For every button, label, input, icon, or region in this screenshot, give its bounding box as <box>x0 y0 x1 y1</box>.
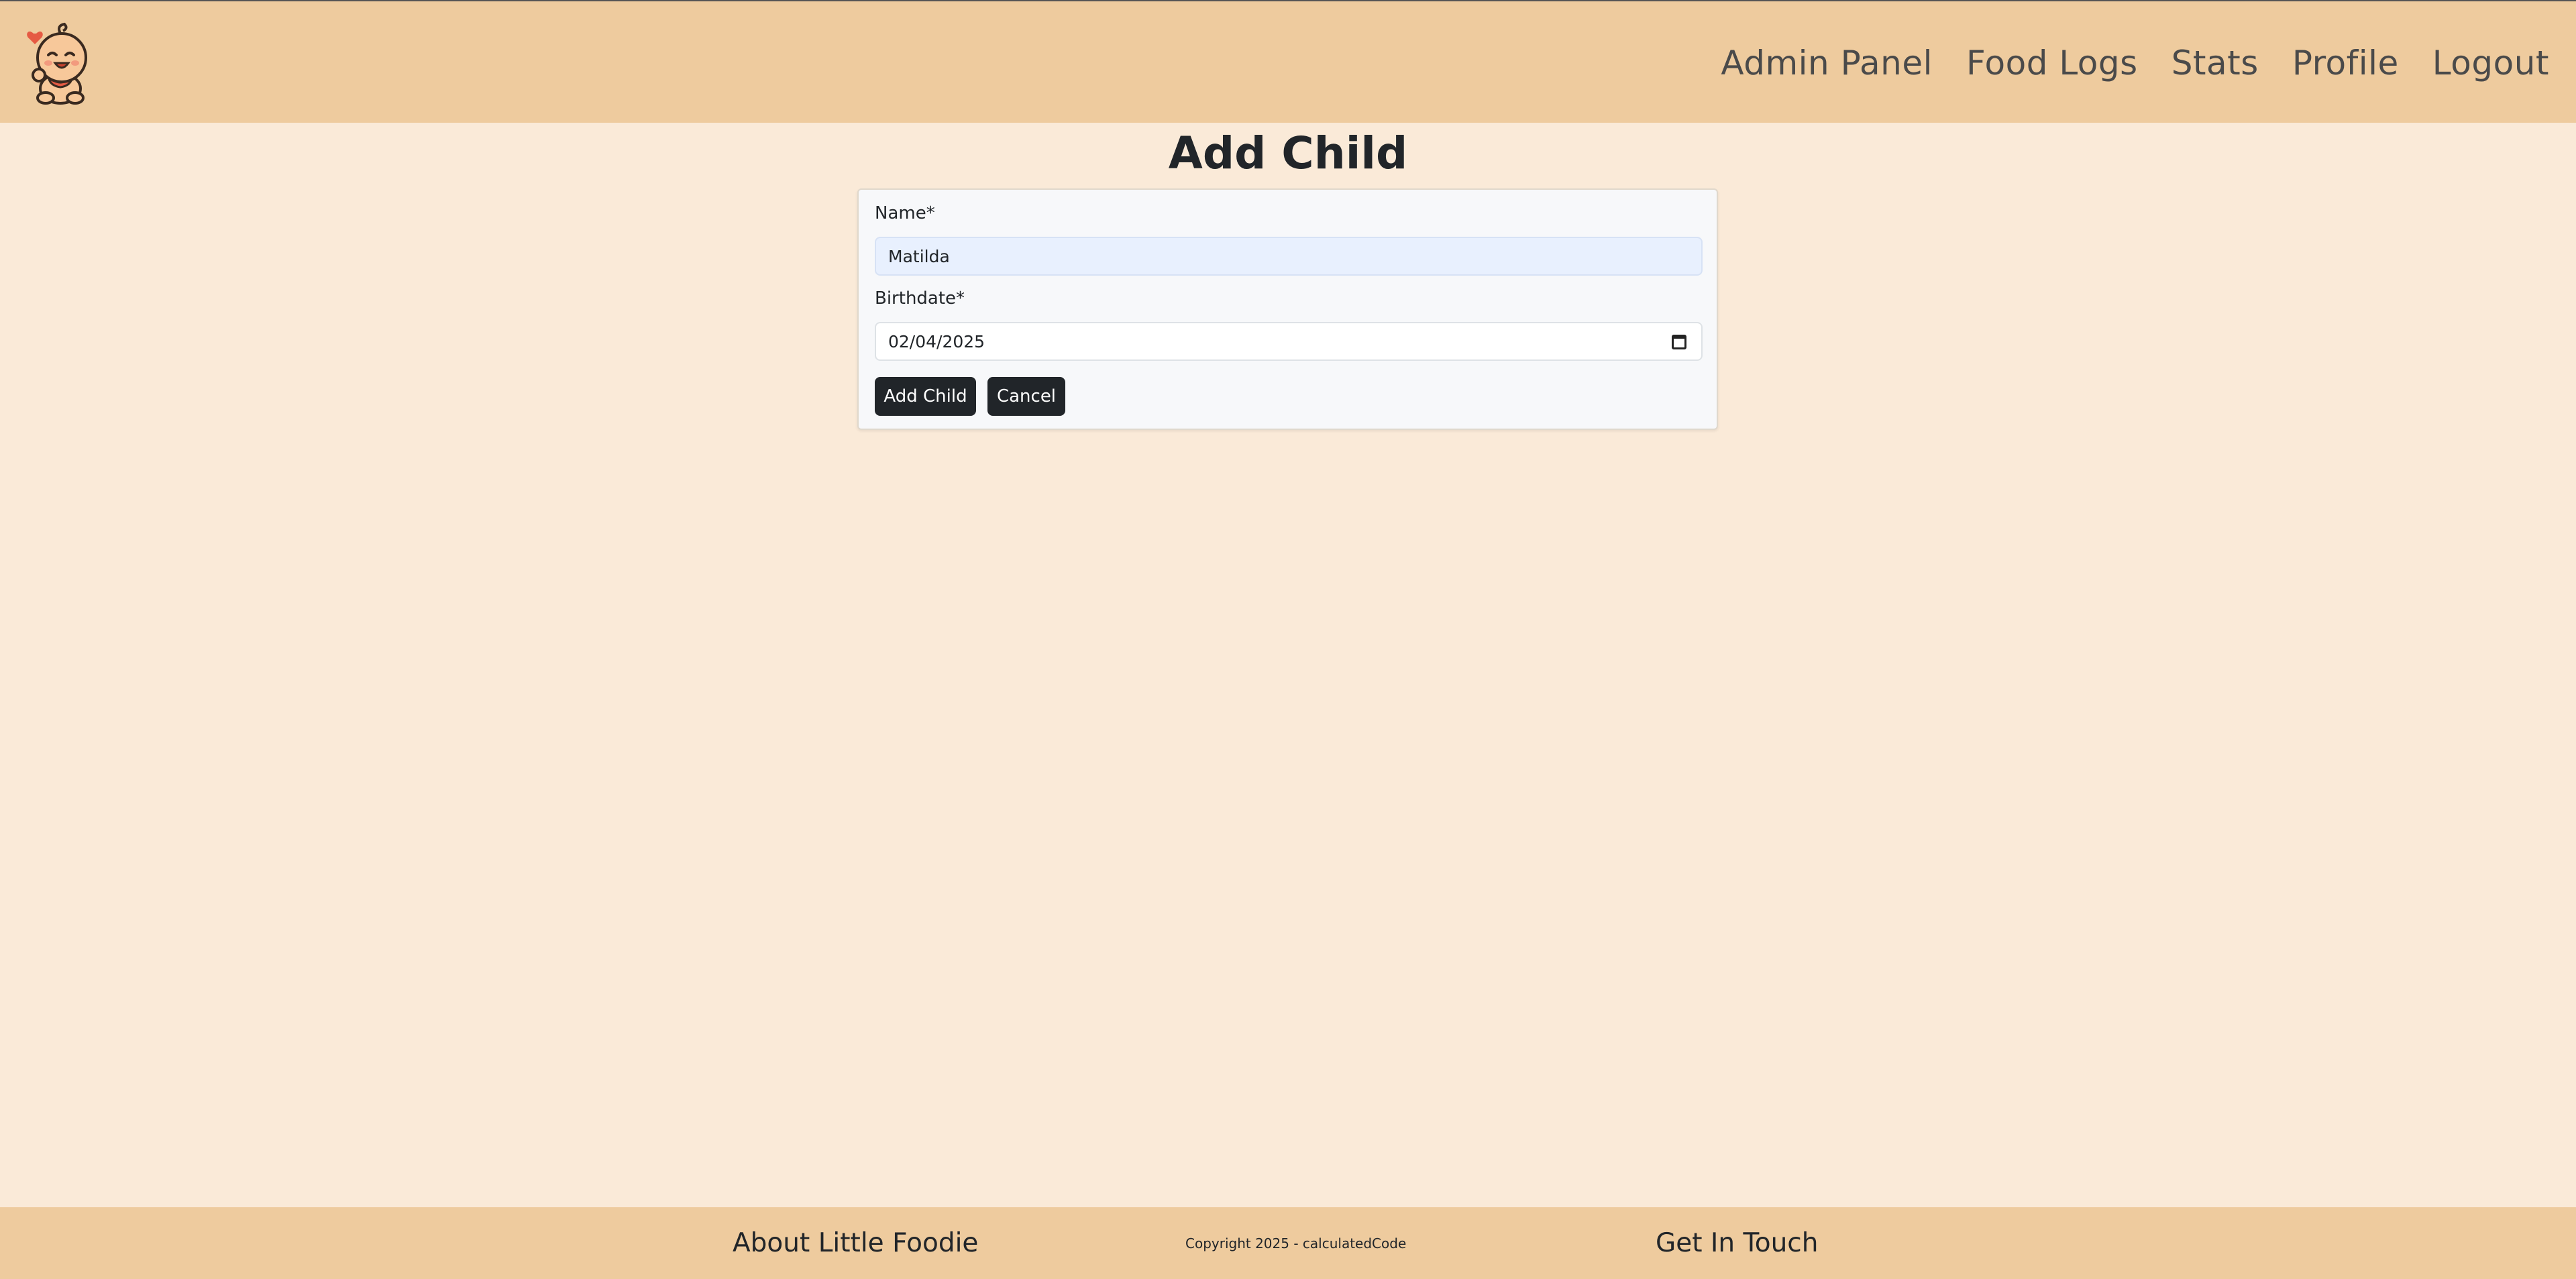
nav-links: Admin Panel Food Logs Stats Profile Logo… <box>1721 1 2549 124</box>
baby-logo-icon[interactable] <box>24 19 94 106</box>
add-child-button[interactable]: Add Child <box>875 377 976 416</box>
birthdate-label: Birthdate* <box>875 288 965 309</box>
name-input-value: Matilda <box>888 246 950 266</box>
footer-contact-link[interactable]: Get In Touch <box>1656 1207 1818 1279</box>
footer: About Little Foodie Copyright 2025 - cal… <box>0 1207 2576 1279</box>
nav-admin-panel[interactable]: Admin Panel <box>1721 44 1933 82</box>
page-title: Add Child <box>1168 127 1408 179</box>
nav-profile[interactable]: Profile <box>2292 44 2399 82</box>
footer-about-link[interactable]: About Little Foodie <box>733 1207 978 1279</box>
navbar: Admin Panel Food Logs Stats Profile Logo… <box>0 0 2576 123</box>
cancel-button[interactable]: Cancel <box>987 377 1065 416</box>
name-label: Name* <box>875 203 935 223</box>
add-child-form: Name* Matilda Birthdate* 02/04/2025 Add … <box>857 188 1718 430</box>
nav-stats[interactable]: Stats <box>2171 44 2259 82</box>
name-input[interactable]: Matilda <box>875 237 1703 276</box>
birthdate-input[interactable]: 02/04/2025 <box>875 322 1703 361</box>
nav-logout[interactable]: Logout <box>2432 44 2549 82</box>
footer-copyright: Copyright 2025 - calculatedCode <box>1185 1235 1407 1252</box>
birthdate-input-value: 02/04/2025 <box>888 331 985 351</box>
nav-food-logs[interactable]: Food Logs <box>1966 44 2138 82</box>
calendar-icon[interactable] <box>1672 335 1686 349</box>
